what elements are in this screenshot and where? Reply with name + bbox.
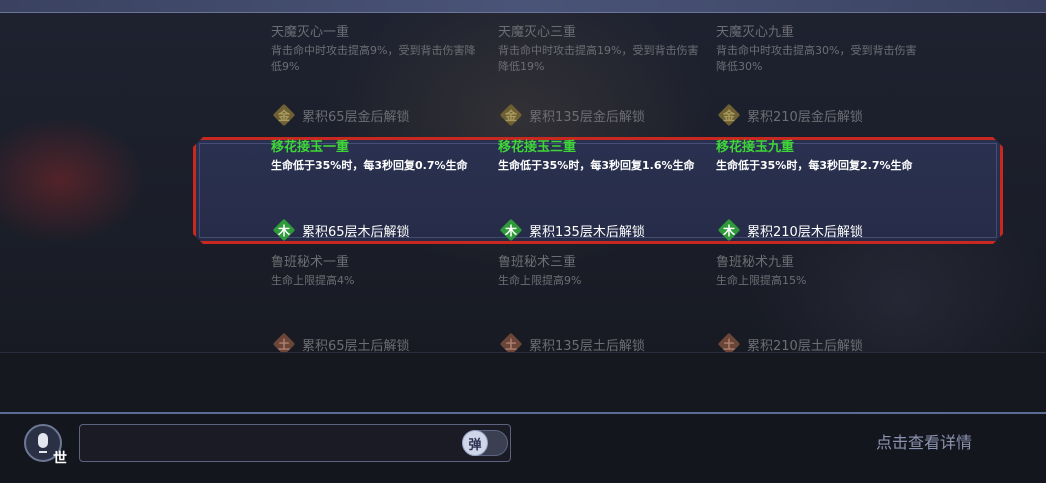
skill-card[interactable]: 鲁班秘术九重 生命上限提高15% [716,255,926,289]
bottom-overlay-band [0,352,1046,413]
skill-name: 鲁班秘术一重 [271,255,350,270]
unlock-condition: 金 累积210层金后解锁 [718,104,863,126]
unlock-text: 累积135层木后解锁 [529,224,645,240]
skill-card[interactable]: 鲁班秘术一重 生命上限提高4% [271,255,481,289]
skill-card[interactable]: 移花接玉一重 生命低于35%时，每3秒回复0.7%生命 [271,140,481,174]
skill-desc: 生命低于35%时，每3秒回复2.7%生命 [716,159,913,172]
skill-desc: 生命上限提高15% [716,274,807,287]
danmu-toggle[interactable]: 弹 [462,430,508,456]
skill-desc: 背击命中时攻击提高19%，受到背击伤害降低19% [498,44,699,73]
gold-element-icon: 金 [273,104,295,126]
skill-name: 移花接玉九重 [716,140,795,155]
unlock-text: 累积65层金后解锁 [302,109,410,125]
microphone-icon [38,432,48,448]
skill-name: 移花接玉一重 [271,140,350,155]
skill-card[interactable]: 移花接玉三重 生命低于35%时，每3秒回复1.6%生命 [498,140,708,174]
unlock-text: 累积65层土后解锁 [302,338,410,354]
unlock-condition: 木 累积135层木后解锁 [500,219,645,241]
gold-element-icon: 金 [718,104,740,126]
skill-name: 天魔灭心一重 [271,25,350,40]
view-details-link[interactable]: 点击查看详情 [876,429,972,453]
gold-element-icon: 金 [500,104,522,126]
wood-element-icon: 木 [500,219,522,241]
unlock-text: 累积135层金后解锁 [529,109,645,125]
unlock-text: 累积210层木后解锁 [747,224,863,240]
skill-card[interactable]: 移花接玉九重 生命低于35%时，每3秒回复2.7%生命 [716,140,926,174]
skill-name: 鲁班秘术九重 [716,255,795,270]
wood-element-icon: 木 [718,219,740,241]
unlock-text: 累积210层土后解锁 [747,338,863,354]
skill-card[interactable]: 天魔灭心九重 背击命中时攻击提高30%，受到背击伤害降低30% [716,25,926,75]
skill-name: 天魔灭心九重 [716,25,795,40]
skill-desc: 生命低于35%时，每3秒回复0.7%生命 [271,159,468,172]
wood-element-icon: 木 [273,219,295,241]
unlock-condition: 木 累积210层木后解锁 [718,219,863,241]
top-frame-strip [0,0,1046,13]
skill-desc: 背击命中时攻击提高30%，受到背击伤害降低30% [716,44,917,73]
skill-card[interactable]: 天魔灭心三重 背击命中时攻击提高19%，受到背击伤害降低19% [498,25,708,75]
skill-desc: 生命低于35%时，每3秒回复1.6%生命 [498,159,695,172]
chat-input[interactable] [79,424,511,462]
skill-name: 鲁班秘术三重 [498,255,577,270]
skill-desc: 生命上限提高9% [498,274,582,287]
unlock-text: 累积210层金后解锁 [747,109,863,125]
world-channel-tag[interactable]: 世 [53,448,67,468]
unlock-condition: 金 累积135层金后解锁 [500,104,645,126]
skill-desc: 背击命中时攻击提高9%，受到背击伤害降低9% [271,44,476,73]
unlock-condition: 金 累积65层金后解锁 [273,104,410,126]
unlock-text: 累积135层土后解锁 [529,338,645,354]
skill-card[interactable]: 鲁班秘术三重 生命上限提高9% [498,255,708,289]
unlock-condition: 木 累积65层木后解锁 [273,219,410,241]
skill-desc: 生命上限提高4% [271,274,355,287]
skill-name: 天魔灭心三重 [498,25,577,40]
skill-name: 移花接玉三重 [498,140,577,155]
unlock-text: 累积65层木后解锁 [302,224,410,240]
skill-card[interactable]: 天魔灭心一重 背击命中时攻击提高9%，受到背击伤害降低9% [271,25,481,75]
danmu-toggle-knob: 弹 [462,430,488,456]
microphone-stand [39,451,47,453]
